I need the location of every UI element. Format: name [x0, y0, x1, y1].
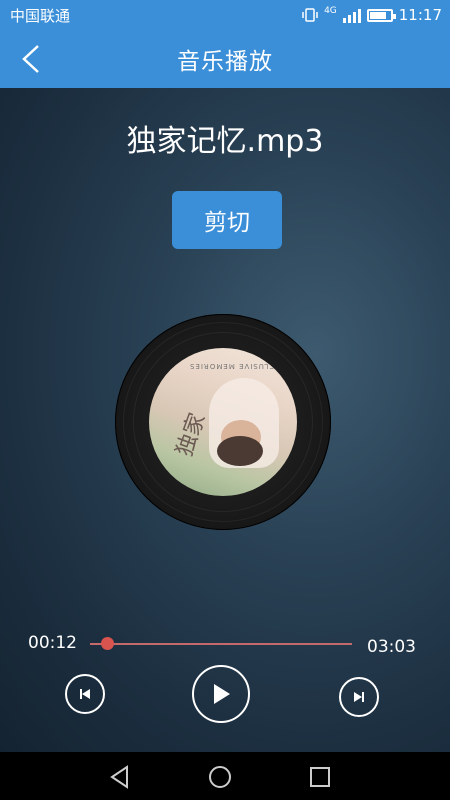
next-button[interactable] [339, 677, 379, 717]
cover-text: EXCLUSIVE MEMORIES [189, 362, 286, 370]
signal-icon [342, 7, 361, 23]
vinyl-record: 独家 EXCLUSIVE MEMORIES [115, 314, 331, 530]
song-title: 独家记忆.mp3 [126, 124, 324, 159]
skip-previous-icon [80, 689, 90, 699]
app-header: 音乐播放 [0, 30, 450, 88]
status-icons: 4G 11:17 [302, 6, 442, 24]
back-triangle-icon[interactable] [107, 764, 133, 790]
progress-bar[interactable] [90, 637, 352, 650]
recents-square-icon[interactable] [307, 764, 333, 790]
network-type: 4G [324, 5, 337, 16]
system-nav-bar [0, 752, 450, 800]
album-cover: 独家 EXCLUSIVE MEMORIES [149, 348, 297, 496]
vibrate-icon [302, 8, 318, 22]
progress-thumb[interactable] [101, 637, 115, 650]
clock: 11:17 [398, 6, 442, 24]
play-icon [214, 684, 230, 704]
total-time: 03:03 [367, 637, 416, 657]
carrier-label: 中国联通 [10, 6, 71, 25]
home-circle-icon[interactable] [207, 764, 233, 790]
cover-script: 独家 [172, 409, 211, 460]
battery-icon [366, 8, 396, 22]
previous-button[interactable] [65, 674, 105, 714]
current-time: 00:12 [28, 633, 77, 653]
play-button[interactable] [192, 665, 250, 723]
status-bar: 中国联通 4G 11:17 [0, 0, 450, 30]
page-title: 音乐播放 [177, 49, 273, 75]
chevron-left-icon[interactable] [16, 42, 48, 76]
cut-button[interactable]: 剪切 [172, 191, 282, 249]
player-area: 独家记忆.mp3 剪切 独家 EXCLUSIVE MEMORIES 00:12 … [0, 88, 450, 752]
skip-next-icon [354, 692, 364, 702]
